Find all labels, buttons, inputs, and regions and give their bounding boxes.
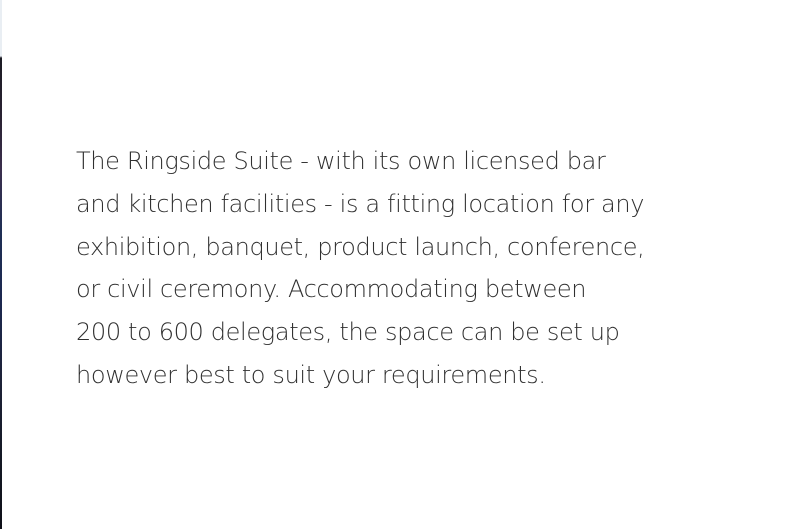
- venue-description: The Ringside Suite - with its own licens…: [76, 140, 716, 397]
- left-edge-strip: [0, 0, 2, 529]
- description-line: 200 to 600 delegates, the space can be s…: [76, 318, 620, 347]
- description-line: and kitchen facilities - is a fitting lo…: [76, 189, 645, 218]
- description-line: however best to suit your requirements.: [76, 360, 546, 389]
- description-line: The Ringside Suite - with its own licens…: [76, 147, 606, 175]
- main-content: The Ringside Suite - with its own licens…: [76, 140, 716, 397]
- description-line: or civil ceremony. Accommodating between: [76, 275, 587, 304]
- description-line: exhibition, banquet, product launch, con…: [76, 232, 645, 261]
